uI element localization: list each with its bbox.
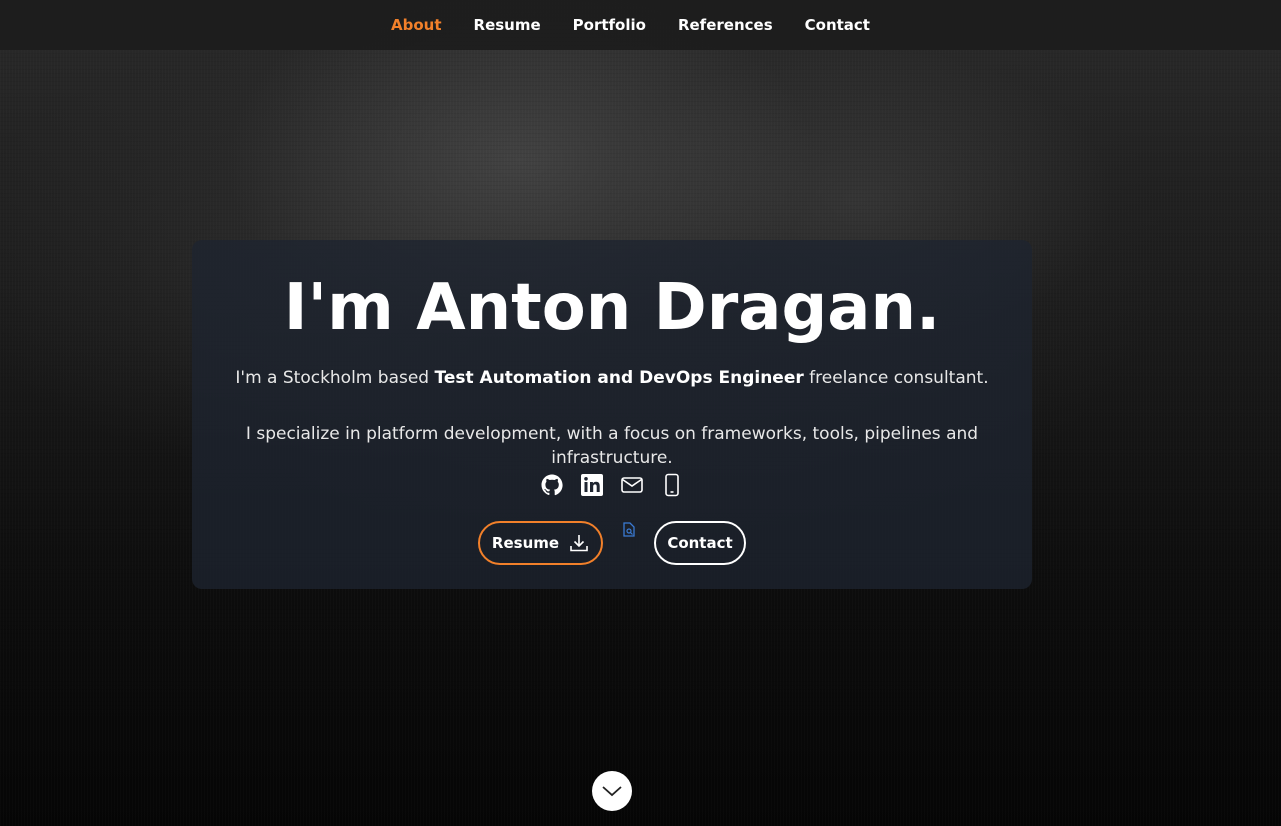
file-search-icon [622,522,636,542]
hero-card: I'm Anton Dragan. I'm a Stockholm based … [192,240,1032,589]
resume-button-label: Resume [491,534,560,552]
hero-intro-prefix: I'm a Stockholm based [235,368,435,388]
phone-icon[interactable] [660,472,684,498]
hero-intro: I'm a Stockholm based Test Automation an… [192,366,1032,390]
nav-item-contact[interactable]: Contact [805,16,870,34]
nav-item-portfolio[interactable]: Portfolio [573,16,646,34]
download-icon [570,535,588,552]
social-links [192,472,1032,498]
navbar: About Resume Portfolio References Contac… [0,0,1281,50]
scroll-down-button[interactable] [592,771,632,811]
hero-intro-suffix: freelance consultant. [803,368,989,388]
nav-item-references[interactable]: References [678,16,773,34]
hero-intro-role: Test Automation and DevOps Engineer [434,368,804,388]
nav-item-about[interactable]: About [391,16,442,34]
linkedin-icon[interactable] [580,472,604,498]
resume-button[interactable]: Resume [478,521,603,565]
chevron-down-icon [602,786,622,797]
mail-icon[interactable] [620,472,644,498]
hero-specialty: I specialize in platform development, wi… [245,424,979,468]
hero-title: I'm Anton Dragan. [283,271,941,345]
github-icon[interactable] [540,472,564,498]
cta-buttons: Resume Contact [192,521,1032,565]
contact-button[interactable]: Contact [654,521,746,565]
nav-item-resume[interactable]: Resume [474,16,541,34]
page: About Resume Portfolio References Contac… [0,0,1281,826]
nav-list: About Resume Portfolio References Contac… [391,0,902,50]
